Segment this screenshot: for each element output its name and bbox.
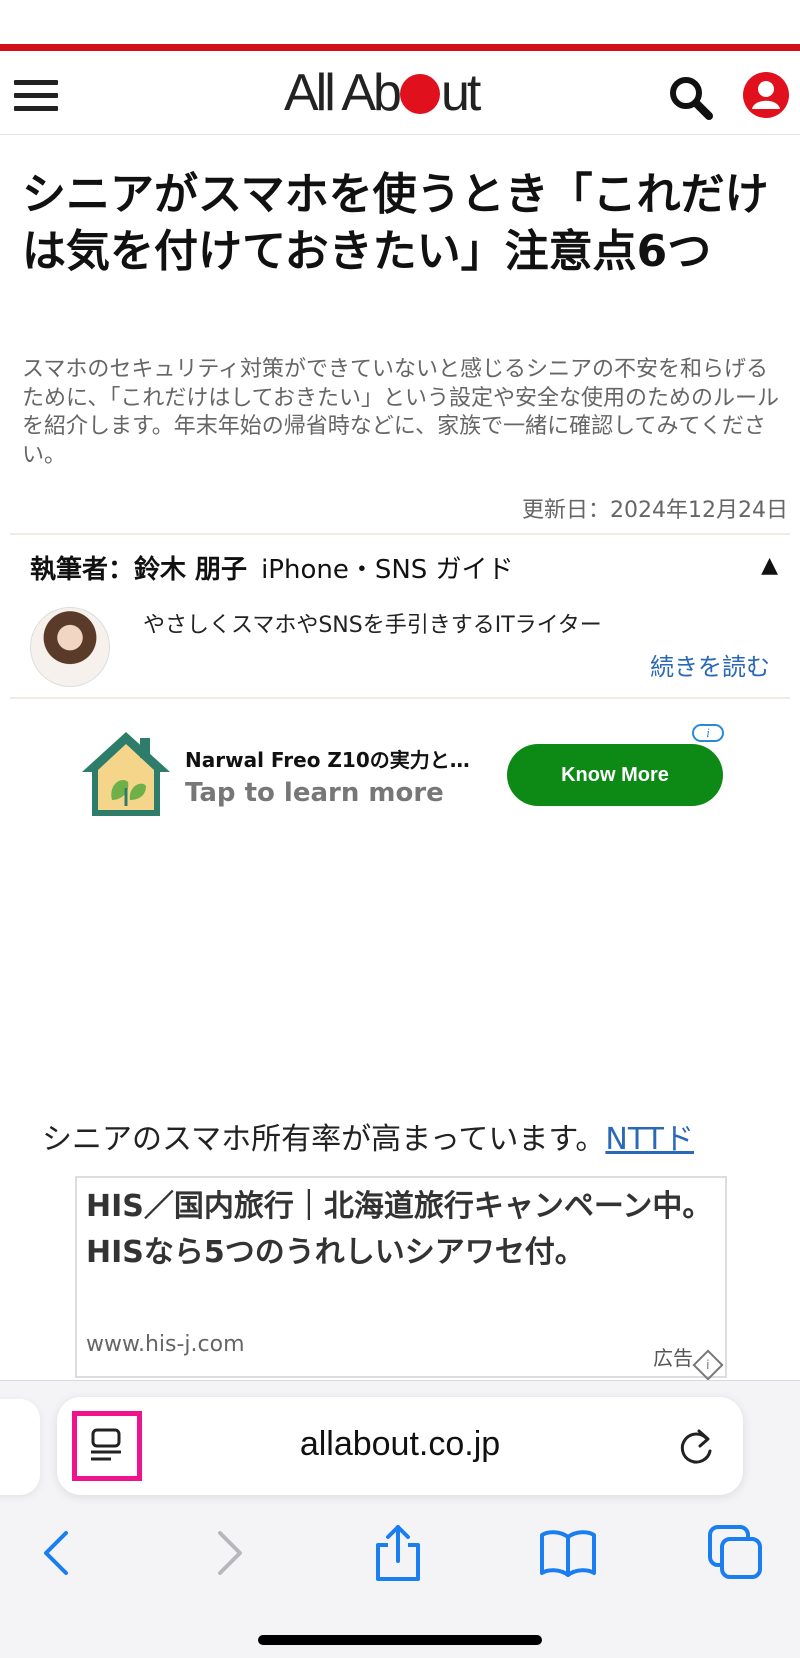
body-text-span: シニアのスマホ所有率が高まっています。 — [42, 1122, 606, 1157]
author-box: 執筆者：鈴木 朋子 iPhone・SNS ガイド ▲ やさしくスマホやSNSを手引… — [10, 533, 790, 699]
ntt-link[interactable]: NTTド — [605, 1122, 694, 1157]
previous-tab-peek[interactable] — [0, 1399, 40, 1495]
browser-toolbar: allabout.co.jp — [0, 1380, 800, 1658]
banner-ad-subtitle: Tap to learn more — [185, 778, 444, 808]
updated-date: 更新日：2024年12月24日 — [522, 498, 788, 523]
text-ad-url: www.his-j.com — [86, 1332, 245, 1357]
back-icon[interactable] — [28, 1523, 88, 1583]
author-guide[interactable]: iPhone・SNS ガイド — [261, 555, 514, 585]
home-indicator[interactable] — [258, 1635, 542, 1645]
site-header: All Ab ut — [0, 51, 800, 135]
ad-info-icon[interactable]: i — [692, 724, 724, 742]
url-text[interactable]: allabout.co.jp — [57, 1425, 743, 1464]
ad-label-text: 広告 — [653, 1346, 693, 1370]
text-ad-title[interactable]: HIS／国内旅行｜北海道旅行キャンペーン中。HISなら5つのうれしいシアワセ付。 — [86, 1184, 718, 1276]
article-lead: スマホのセキュリティ対策ができていないと感じるシニアの不安を和らげるために、「こ… — [22, 357, 780, 468]
forward-icon[interactable] — [198, 1523, 258, 1583]
author-line: 執筆者：鈴木 朋子 iPhone・SNS ガイド — [30, 549, 514, 586]
hamburger-menu-icon[interactable] — [14, 80, 58, 112]
tabs-icon[interactable] — [706, 1523, 766, 1583]
house-leaf-icon — [78, 726, 174, 822]
text-ad[interactable]: HIS／国内旅行｜北海道旅行キャンペーン中。HISなら5つのうれしいシアワセ付。… — [75, 1176, 727, 1381]
read-more-link[interactable]: 続きを読む — [650, 647, 770, 682]
account-icon[interactable] — [742, 71, 790, 119]
collapse-triangle-icon[interactable]: ▲ — [761, 553, 778, 578]
brand-top-line — [0, 44, 800, 51]
site-logo[interactable]: All Ab ut — [284, 65, 514, 121]
logo-red-dot — [399, 74, 440, 114]
article-body-text: シニアのスマホ所有率が高まっています。NTTド — [42, 1114, 694, 1158]
know-more-button[interactable]: Know More — [507, 744, 723, 806]
author-avatar[interactable] — [30, 607, 110, 687]
author-name[interactable]: 執筆者：鈴木 朋子 — [30, 555, 247, 585]
banner-ad[interactable]: Narwal Freo Z10の実力と… Tap to learn more K… — [72, 718, 732, 828]
share-icon[interactable] — [368, 1523, 428, 1583]
banner-ad-title: Narwal Freo Z10の実力と… — [185, 748, 470, 772]
search-icon[interactable] — [666, 73, 714, 121]
ad-label[interactable]: 広告 i — [653, 1342, 724, 1381]
bookmarks-icon[interactable] — [538, 1523, 598, 1583]
address-bar[interactable]: allabout.co.jp — [57, 1397, 743, 1495]
adchoices-icon[interactable]: i — [692, 1349, 724, 1381]
reload-icon[interactable] — [677, 1425, 717, 1469]
article-title: シニアがスマホを使うとき「これだけは気を付けておきたい」注意点6つ — [22, 169, 769, 277]
author-description: やさしくスマホやSNSを手引きするITライター — [143, 613, 602, 638]
